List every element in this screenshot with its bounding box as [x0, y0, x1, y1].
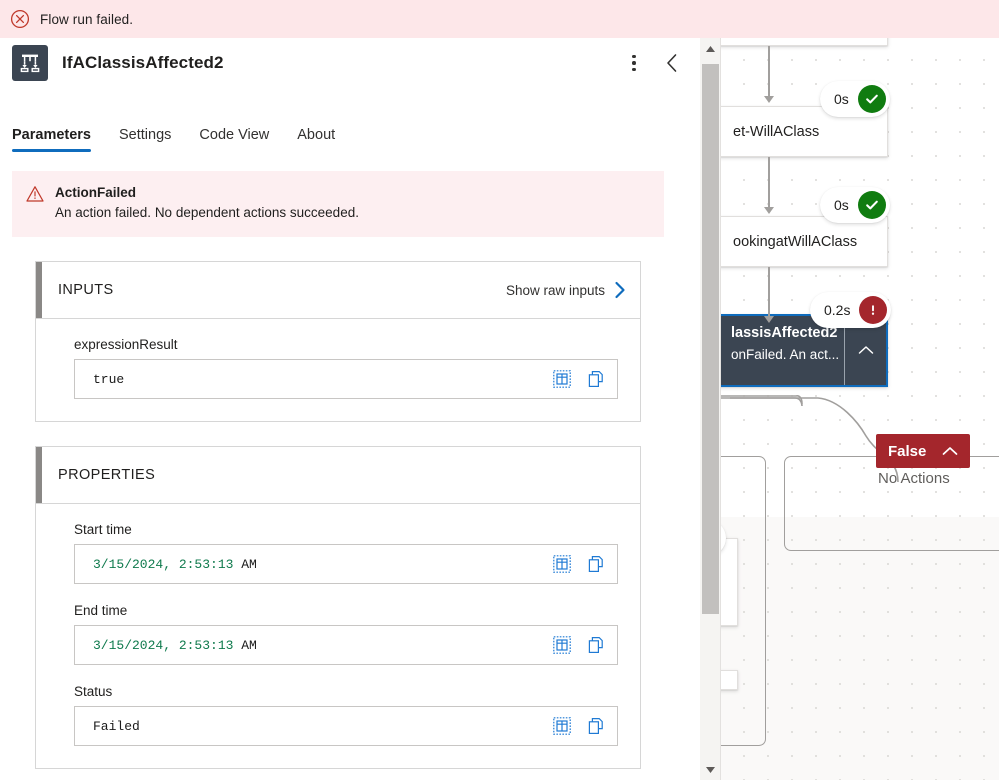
scroll-up-arrow-icon[interactable] — [700, 38, 721, 59]
connector-arrow-3 — [764, 316, 774, 323]
connector-line-3 — [768, 267, 770, 318]
tab-about[interactable]: About — [297, 127, 335, 152]
chevron-up-icon — [942, 446, 958, 456]
section-title: PROPERTIES — [58, 467, 156, 484]
field-label-end-time: End time — [74, 603, 128, 619]
expand-table-icon[interactable] — [553, 555, 571, 574]
connector-arrow-2 — [764, 207, 774, 214]
show-raw-inputs-link[interactable]: Show raw inputs — [506, 281, 626, 299]
show-raw-inputs-label: Show raw inputs — [505, 282, 605, 298]
banner-message: Flow run failed. — [40, 11, 134, 27]
warning-triangle-icon — [26, 185, 44, 203]
canvas-node-label: ookingatWillAClass — [733, 233, 858, 250]
field-status[interactable]: Failed — [74, 706, 618, 747]
properties-section: PROPERTIES Start time 3/15/2024, 2:53:13… — [35, 446, 641, 770]
app-root: Flow run failed. et-WillAClass 0s ooking… — [0, 0, 999, 780]
copy-icon[interactable] — [587, 370, 605, 388]
branch-connector-paths — [700, 395, 899, 483]
canvas-node-status-badge-2[interactable]: 0s — [820, 187, 890, 223]
tab-label: Parameters — [12, 127, 91, 143]
section-title: INPUTS — [58, 282, 114, 299]
inputs-section-body: expressionResult true — [36, 319, 640, 421]
pane-header: IfAClassisAffected2 — [0, 38, 700, 88]
success-check-icon — [857, 191, 886, 219]
field-value: 3/15/2024, 2:53:13 AM — [93, 557, 257, 572]
field-actions — [553, 626, 605, 664]
canvas-node-top-fragment[interactable] — [718, 38, 888, 46]
expand-table-icon[interactable] — [553, 636, 571, 655]
error-circle-x-icon — [10, 9, 30, 29]
expand-table-icon[interactable] — [553, 717, 571, 736]
page-title: IfAClassisAffected2 — [62, 53, 224, 72]
connector-line-2 — [768, 157, 770, 209]
tab-code-view[interactable]: Code View — [199, 127, 269, 152]
canvas-node-label: et-WillAClass — [733, 123, 820, 140]
connector-line-1 — [768, 46, 770, 98]
tab-label: Settings — [119, 127, 172, 143]
false-branch-label: False — [888, 442, 927, 460]
field-value-suffix: Failed — [93, 718, 140, 734]
action-failed-body: An action failed. No dependent actions s… — [55, 205, 359, 221]
scroll-down-arrow-icon[interactable] — [700, 759, 721, 780]
field-label-start-time: Start time — [74, 522, 132, 538]
success-check-icon — [857, 85, 886, 113]
error-exclamation-icon — [859, 296, 888, 324]
detail-tabs: Parameters Settings Code View About — [0, 106, 700, 152]
flow-designer-canvas[interactable]: et-WillAClass 0s ookingatWillAClass 0s l… — [700, 38, 999, 780]
inputs-section-header: INPUTS Show raw inputs — [36, 262, 640, 320]
condition-branch-icon — [12, 45, 48, 81]
field-actions — [553, 360, 605, 398]
canvas-node-status-badge-1[interactable]: 0s — [820, 81, 890, 117]
field-label-expression-result: expressionResult — [74, 337, 178, 353]
more-options-icon[interactable] — [618, 47, 650, 79]
action-failed-message: ActionFailed An action failed. No depend… — [12, 171, 664, 238]
field-actions — [553, 545, 605, 583]
scroll-thumb[interactable] — [702, 64, 719, 614]
field-value-suffix: AM — [233, 556, 257, 572]
field-value-suffix: AM — [233, 637, 257, 653]
field-value: true — [93, 371, 125, 387]
field-end-time[interactable]: 3/15/2024, 2:53:13 AM — [74, 625, 618, 666]
tab-label: Code View — [199, 127, 270, 143]
chevron-up-icon — [858, 343, 874, 359]
copy-icon[interactable] — [587, 555, 605, 573]
false-branch-empty-label: No Actions — [878, 470, 950, 487]
canvas-node-lookingat-willaclass[interactable]: ookingatWillAClass — [718, 216, 888, 267]
chevron-left-icon[interactable] — [656, 47, 688, 79]
field-actions — [553, 707, 605, 745]
field-value: Failed — [93, 719, 140, 734]
field-value-date: 3/15/2024, 2:53:13 — [93, 637, 234, 653]
canvas-node-status-badge-selected[interactable]: 0.2s — [810, 292, 892, 328]
node-duration-label: 0s — [834, 197, 849, 213]
field-label-status: Status — [74, 684, 113, 700]
copy-icon[interactable] — [587, 717, 605, 735]
connector-arrow-1 — [764, 96, 774, 103]
action-detail-pane: IfAClassisAffected2 Parameters Settings … — [0, 38, 700, 780]
tab-parameters[interactable]: Parameters — [12, 127, 91, 152]
properties-section-body: Start time 3/15/2024, 2:53:13 AM End tim… — [36, 504, 640, 768]
field-value: 3/15/2024, 2:53:13 AM — [93, 638, 257, 653]
tab-settings[interactable]: Settings — [119, 127, 171, 152]
chevron-right-icon — [614, 281, 626, 299]
expand-table-icon[interactable] — [553, 370, 571, 389]
node-duration-label: 0.2s — [824, 302, 851, 318]
properties-section-header: PROPERTIES — [36, 447, 640, 505]
action-failed-title: ActionFailed — [55, 185, 137, 200]
field-start-time[interactable]: 3/15/2024, 2:53:13 AM — [74, 544, 618, 585]
inputs-section: INPUTS Show raw inputs expressionResult … — [35, 261, 641, 423]
copy-icon[interactable] — [587, 636, 605, 654]
field-value-date: 3/15/2024, 2:53:13 — [93, 556, 234, 572]
field-expression-result[interactable]: true — [74, 359, 618, 400]
node-duration-label: 0s — [834, 91, 849, 107]
tab-label: About — [297, 127, 336, 143]
flow-run-failed-banner: Flow run failed. — [0, 0, 999, 38]
pane-vertical-scrollbar[interactable] — [700, 38, 721, 780]
false-branch-chip[interactable]: False — [876, 434, 971, 468]
